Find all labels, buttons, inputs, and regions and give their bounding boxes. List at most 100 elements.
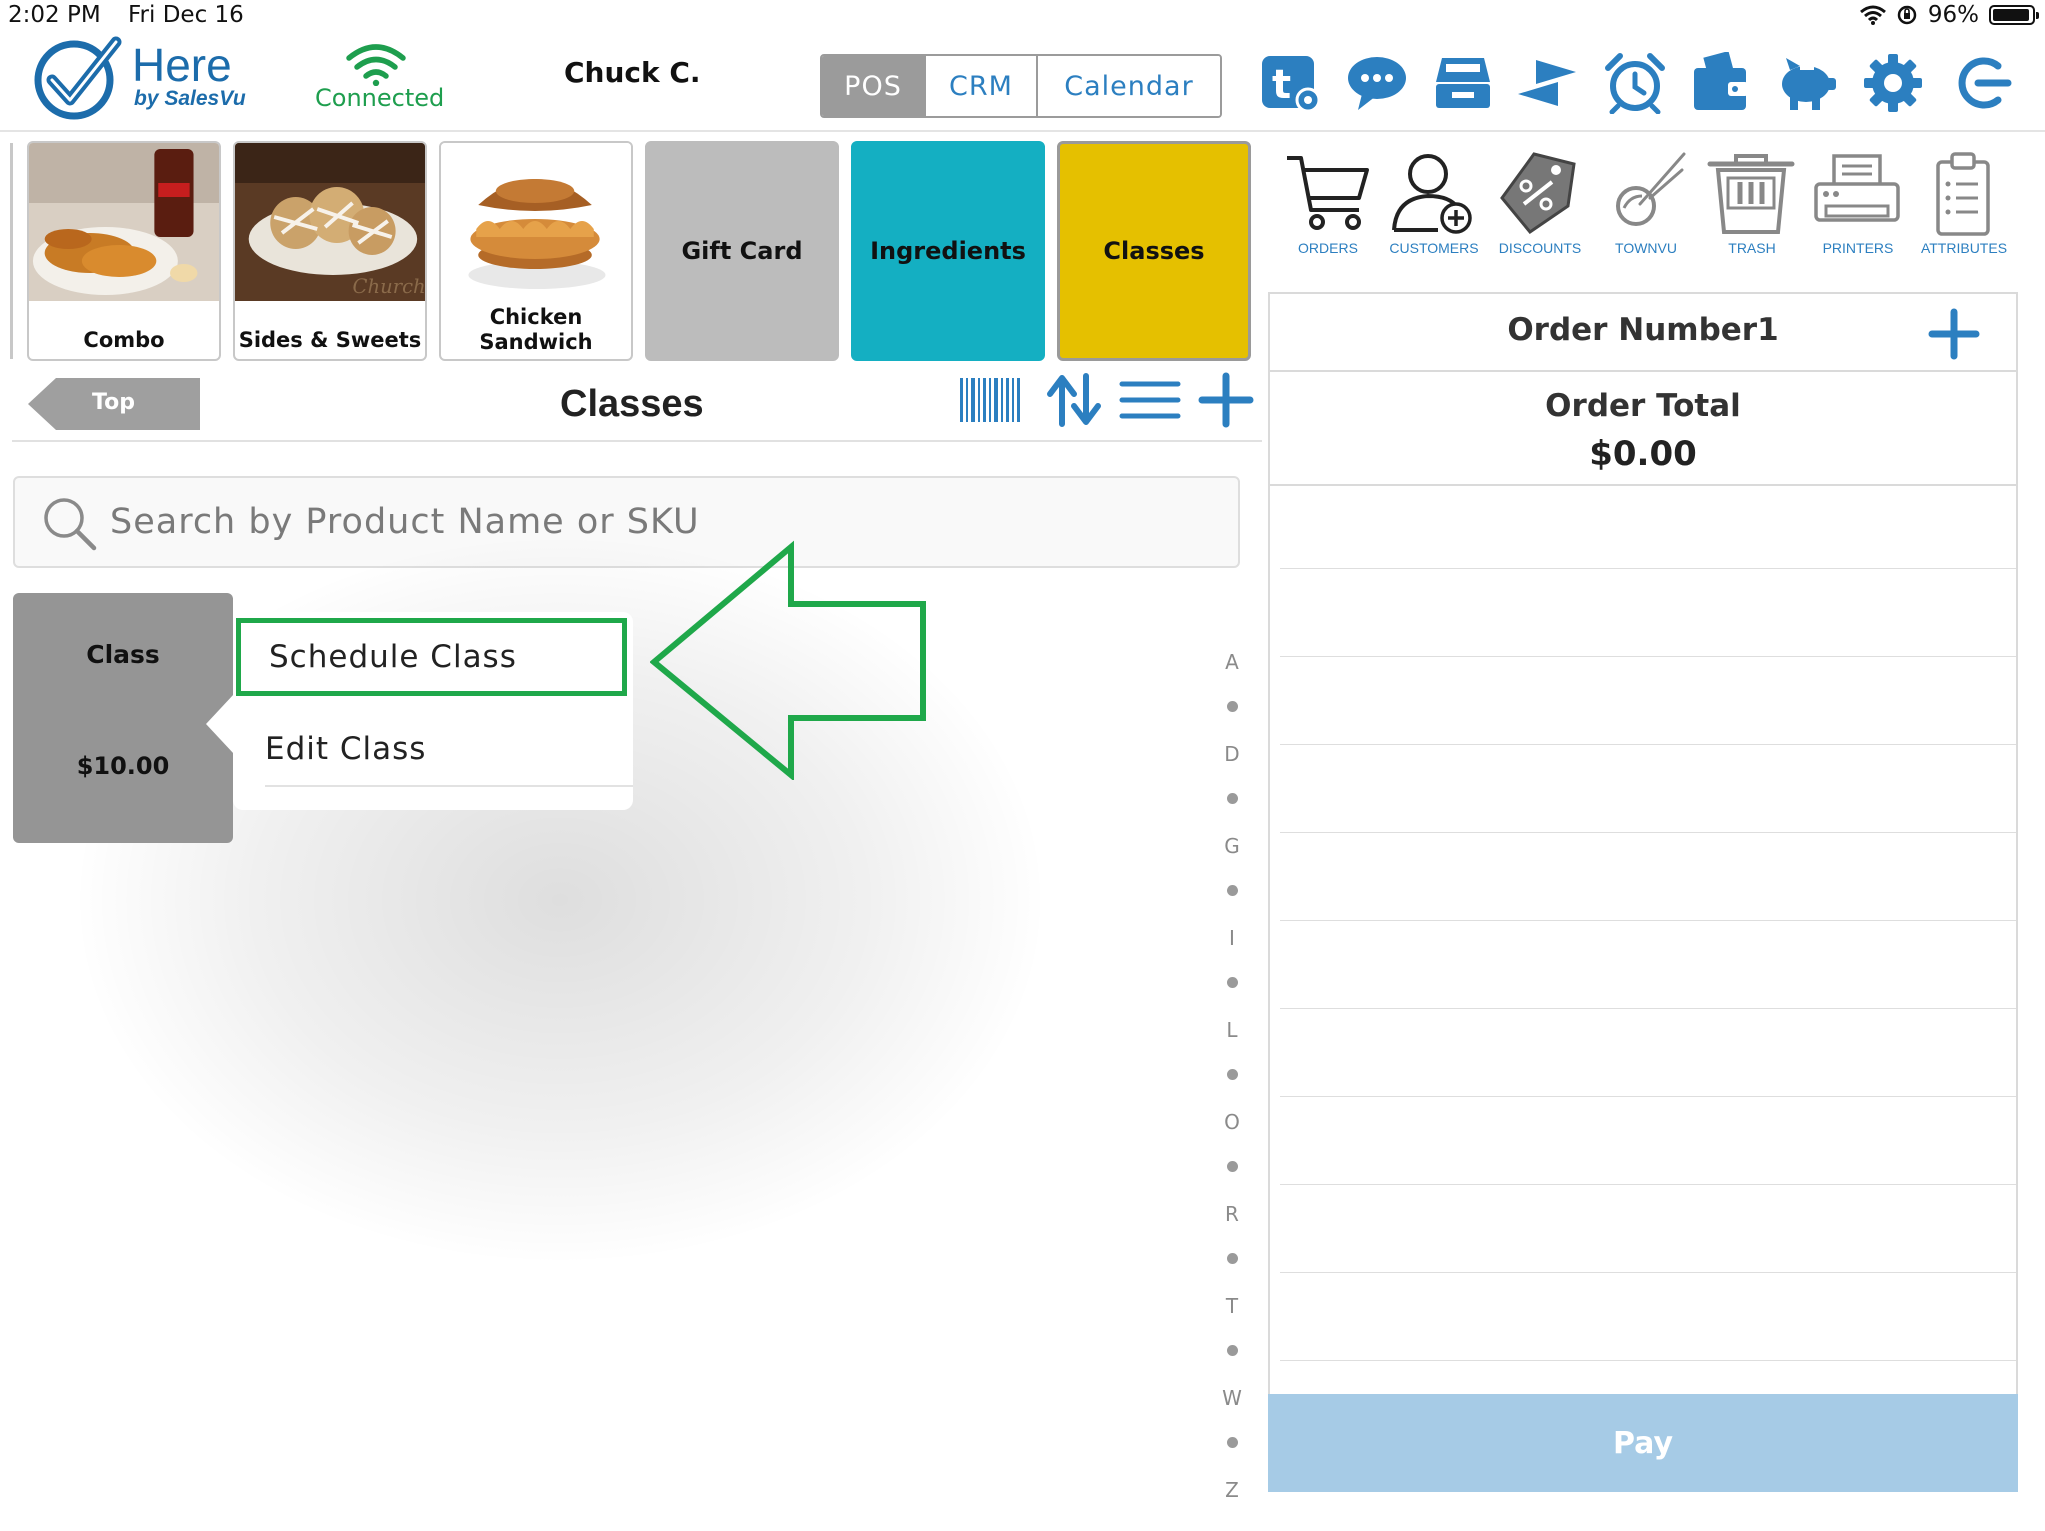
- alarm-clock-icon[interactable]: [1604, 52, 1666, 114]
- order-line: [1280, 1184, 2016, 1185]
- search-icon: [44, 498, 97, 551]
- discount-tag-icon[interactable]: [1494, 148, 1584, 238]
- tasks-settings-icon[interactable]: t: [1260, 52, 1322, 114]
- toolbar-label-attributes: ATTRIBUTES: [1920, 240, 2008, 256]
- category-label: Classes: [1103, 237, 1205, 265]
- connected-wifi-icon: [346, 44, 406, 86]
- menu-item-edit-class[interactable]: Edit Class: [265, 712, 633, 787]
- order-line: [1280, 568, 2016, 569]
- combo-image: [29, 143, 219, 301]
- order-line: [1280, 744, 2016, 745]
- category-label: Chicken Sandwich: [479, 305, 593, 354]
- category-combo[interactable]: Combo: [27, 141, 221, 361]
- alpha-index-letter[interactable]: Z: [1220, 1478, 1244, 1502]
- printer-icon[interactable]: [1812, 148, 1902, 238]
- tab-pos[interactable]: POS: [822, 56, 926, 116]
- order-line: [1280, 656, 2016, 657]
- clipboard-icon[interactable]: [1918, 148, 2008, 238]
- alpha-index-dot: [1227, 1253, 1238, 1264]
- order-line: [1280, 1096, 2016, 1097]
- alpha-index-dot: [1227, 1345, 1238, 1356]
- category-gift-card[interactable]: Gift Card: [645, 141, 839, 361]
- order-line: [1280, 1008, 2016, 1009]
- logo-check-icon: [34, 36, 122, 120]
- category-chicken-sandwich[interactable]: Chicken Sandwich: [439, 141, 633, 361]
- battery-icon: [1989, 5, 2039, 25]
- chat-icon[interactable]: [1346, 52, 1408, 114]
- section-title: Classes: [560, 383, 704, 425]
- order-total-value: $0.00: [1589, 434, 1697, 474]
- toolbar-label-printers: PRINTERS: [1822, 240, 1894, 256]
- alpha-index-letter[interactable]: A: [1220, 650, 1244, 674]
- divider: [1270, 370, 2016, 372]
- logo-title: Here: [132, 39, 232, 91]
- annotation-arrow-icon: [650, 540, 926, 780]
- alpha-index-letter[interactable]: W: [1220, 1386, 1244, 1410]
- tab-crm[interactable]: CRM: [926, 56, 1038, 116]
- category-classes[interactable]: Classes: [1057, 141, 1251, 361]
- wifi-icon: [1859, 5, 1886, 25]
- alpha-index-dot: [1227, 1437, 1238, 1448]
- tab-calendar[interactable]: Calendar: [1038, 56, 1220, 116]
- cash-drawer-icon[interactable]: [1432, 52, 1494, 114]
- townvu-icon[interactable]: [1600, 148, 1690, 238]
- add-customer-icon[interactable]: [1388, 148, 1478, 238]
- alpha-index-letter[interactable]: O: [1220, 1110, 1244, 1134]
- pay-button[interactable]: Pay: [1268, 1394, 2018, 1492]
- order-total-label: Order Total: [1545, 388, 1741, 424]
- alpha-index-letter[interactable]: D: [1220, 742, 1244, 766]
- cart-icon[interactable]: [1283, 148, 1373, 238]
- gear-icon[interactable]: [1862, 52, 1924, 114]
- divider: [1270, 484, 2016, 486]
- alpha-index-dot: [1227, 885, 1238, 896]
- svg-text:Church's: Church's: [353, 275, 425, 298]
- order-number: Order Number1: [1507, 312, 1779, 348]
- toolbar-label-discounts: DISCOUNTS: [1498, 240, 1582, 256]
- alpha-index-letter[interactable]: T: [1220, 1294, 1244, 1318]
- alpha-index-dot: [1227, 1161, 1238, 1172]
- piggy-bank-icon[interactable]: [1776, 52, 1838, 114]
- orientation-lock-icon: [1897, 5, 1917, 25]
- trash-icon[interactable]: [1706, 148, 1796, 238]
- svg-text:t: t: [1272, 62, 1291, 108]
- sides-sweets-image: Church's: [235, 143, 425, 301]
- user-name[interactable]: Chuck C.: [564, 56, 701, 89]
- product-price: $10.00: [76, 752, 170, 780]
- status-indicators: 96%: [1859, 2, 2039, 28]
- logout-icon[interactable]: [1950, 52, 2012, 114]
- connection-status: Connected: [315, 84, 445, 112]
- search-placeholder: Search by Product Name or SKU: [110, 502, 700, 542]
- category-ingredients[interactable]: Ingredients: [851, 141, 1045, 361]
- category-label: Ingredients: [870, 237, 1026, 265]
- product-name: Class: [86, 640, 160, 669]
- category-label: Gift Card: [681, 237, 803, 265]
- alpha-index-letter[interactable]: G: [1220, 834, 1244, 858]
- sort-icon[interactable]: [1042, 372, 1106, 428]
- battery-percent: 96%: [1927, 2, 1979, 28]
- alpha-index-letter[interactable]: R: [1220, 1202, 1244, 1226]
- category-sides-sweets[interactable]: Church's Sides & Sweets: [233, 141, 427, 361]
- transfer-arrows-icon[interactable]: [1516, 52, 1578, 114]
- back-top-label: Top: [92, 390, 135, 415]
- status-time: 2:02 PM: [8, 2, 101, 28]
- toolbar-label-trash: TRASH: [1728, 240, 1776, 256]
- wallet-icon[interactable]: [1690, 52, 1752, 114]
- toolbar-label-townvu: TOWNVU: [1615, 240, 1677, 256]
- alpha-index-letter[interactable]: L: [1220, 1018, 1244, 1042]
- list-icon[interactable]: [1118, 372, 1182, 428]
- category-label: Sides & Sweets: [238, 328, 422, 352]
- popover-pointer: [206, 694, 234, 754]
- mode-switcher: POS CRM Calendar: [820, 54, 1222, 118]
- alpha-index-dot: [1227, 793, 1238, 804]
- add-order-icon[interactable]: [1928, 308, 1980, 360]
- barcode-icon[interactable]: [958, 372, 1022, 428]
- add-icon[interactable]: [1194, 372, 1258, 428]
- toolbar-label-orders: ORDERS: [1298, 240, 1358, 256]
- order-line: [1280, 1272, 2016, 1273]
- order-line: [1280, 920, 2016, 921]
- menu-item-schedule-class[interactable]: Schedule Class: [236, 618, 627, 696]
- toolbar-label-customers: CUSTOMERS: [1389, 240, 1479, 256]
- category-label: Combo: [83, 328, 165, 352]
- product-tile-class[interactable]: [13, 593, 233, 843]
- alpha-index-letter[interactable]: I: [1220, 926, 1244, 950]
